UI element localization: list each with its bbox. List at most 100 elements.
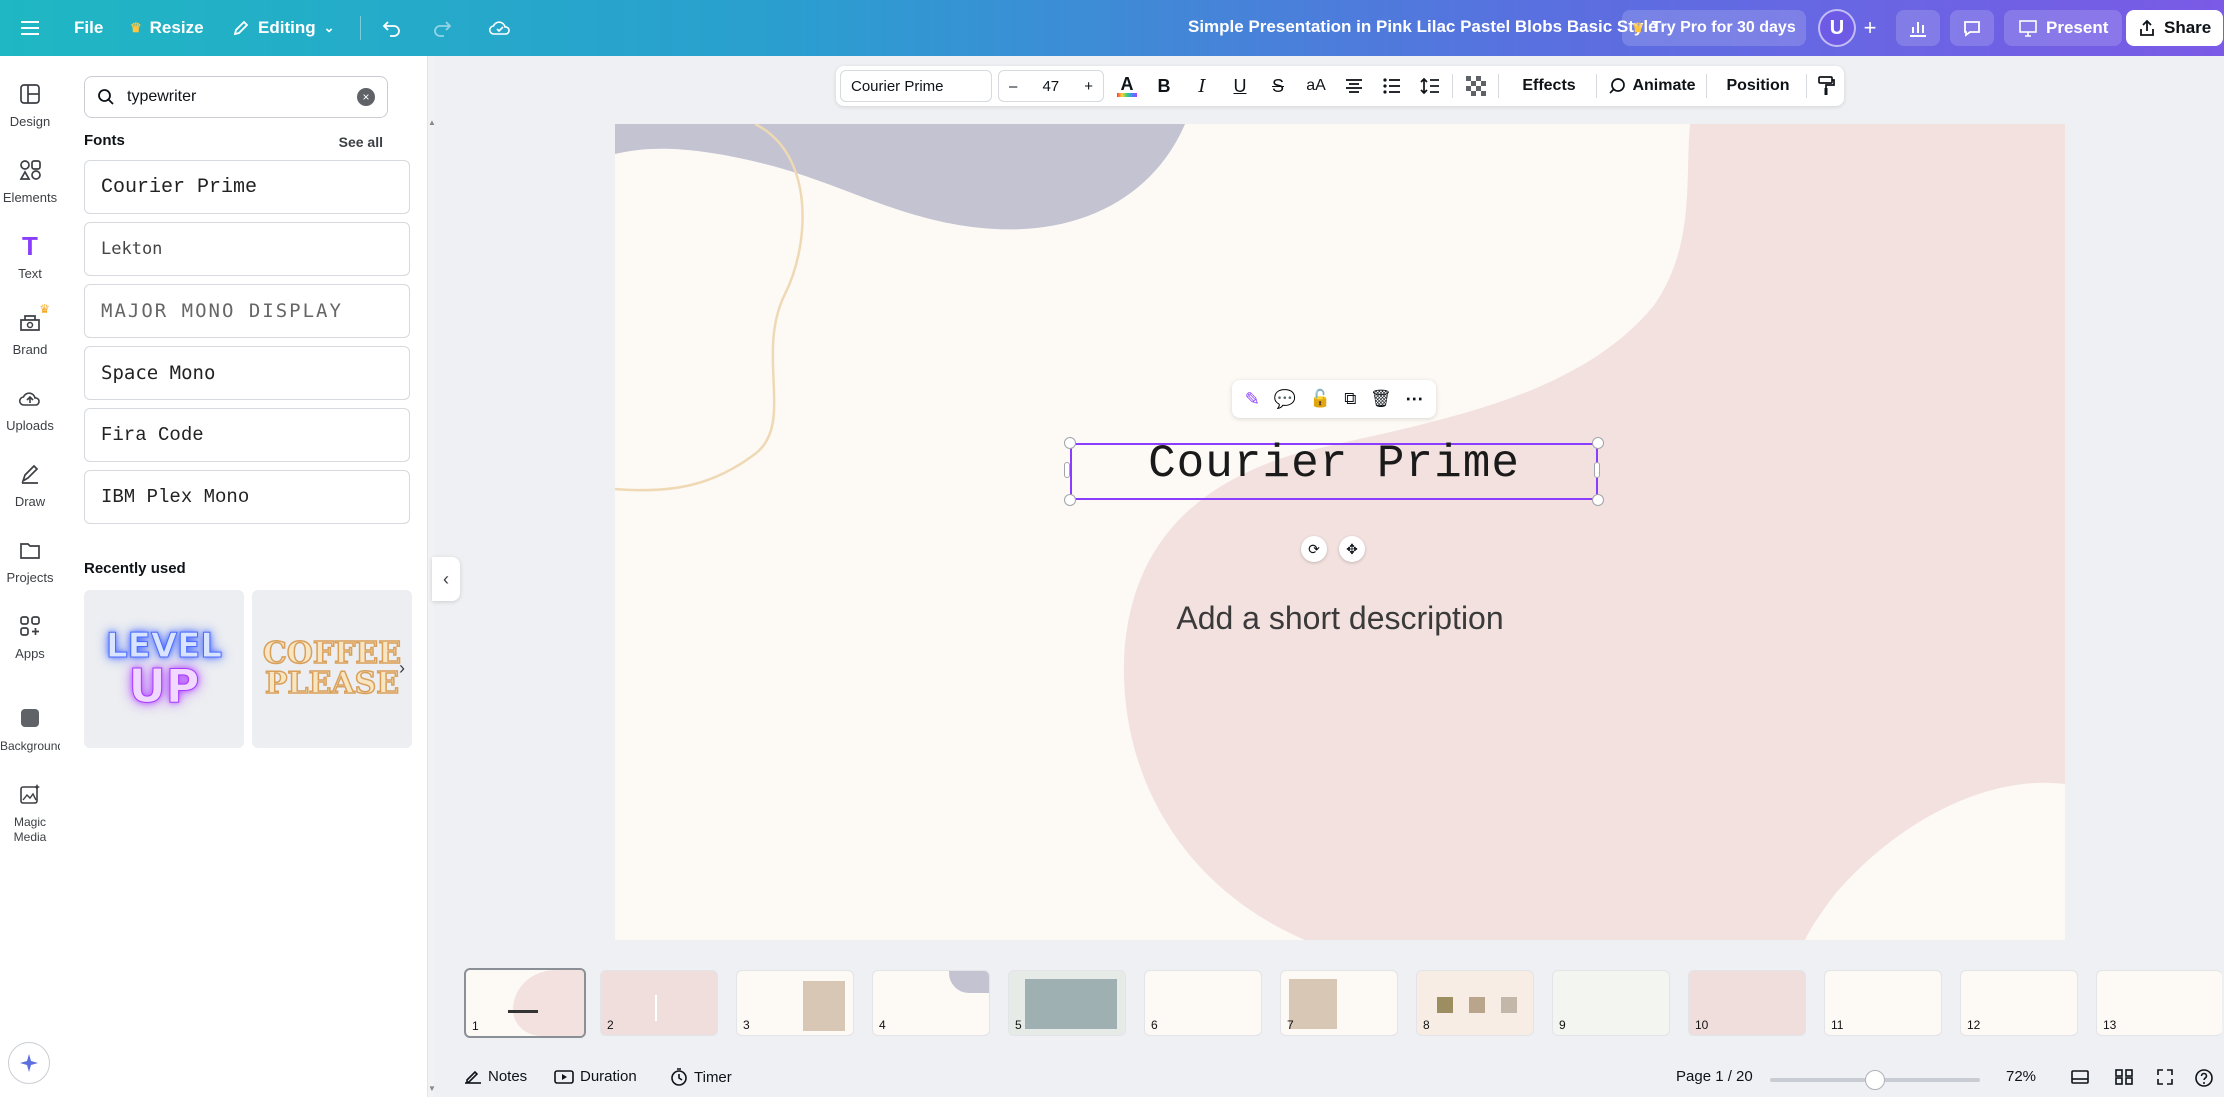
see-all-link[interactable]: See all — [339, 134, 383, 150]
avatar[interactable]: U — [1818, 9, 1856, 47]
search-input[interactable] — [127, 88, 345, 106]
thumbnail-page-9[interactable]: 9 — [1552, 970, 1670, 1036]
try-pro-button[interactable]: ♛ Try Pro for 30 days — [1622, 10, 1806, 46]
present-button[interactable]: Present — [2004, 10, 2122, 46]
resize-handle-bottom-right[interactable] — [1592, 494, 1604, 506]
rail-item-text[interactable]: T Text — [0, 232, 60, 281]
recent-text-style-level-up[interactable]: LEVEL UP — [84, 590, 244, 748]
underline-button[interactable]: U — [1224, 70, 1256, 102]
hamburger-icon — [20, 20, 40, 36]
timer-button[interactable]: Timer — [670, 1068, 732, 1086]
insights-button[interactable] — [1896, 10, 1940, 46]
thumbnail-page-7[interactable]: 7 — [1280, 970, 1398, 1036]
rail-item-draw[interactable]: Draw — [0, 460, 60, 509]
scroll-down-icon[interactable]: ▼ — [428, 1084, 436, 1093]
rail-item-apps[interactable]: Apps — [0, 612, 60, 661]
notes-button[interactable]: Notes — [464, 1068, 527, 1085]
rail-item-projects[interactable]: Projects — [0, 536, 60, 585]
lock-icon[interactable]: 🔓 — [1310, 389, 1331, 409]
font-size-value[interactable]: 47 — [1042, 78, 1059, 95]
slide-canvas[interactable] — [615, 124, 2065, 940]
trash-icon[interactable]: 🗑 — [1370, 389, 1392, 409]
editing-dropdown[interactable]: Editing ⌄ — [222, 10, 345, 46]
undo-button[interactable] — [370, 10, 414, 46]
thumbnail-page-4[interactable]: 4 — [872, 970, 990, 1036]
rail-item-elements[interactable]: Elements — [0, 156, 60, 205]
notes-view-button[interactable] — [2070, 1068, 2090, 1086]
thumbnail-page-2[interactable]: 2 — [600, 970, 718, 1036]
strikethrough-button[interactable]: S — [1262, 70, 1294, 102]
font-search-field[interactable]: × — [84, 76, 388, 118]
rail-item-uploads[interactable]: Uploads — [0, 384, 60, 433]
resize-button[interactable]: ♛ Resize — [120, 10, 214, 46]
document-title[interactable]: Simple Presentation in Pink Lilac Pastel… — [1188, 17, 1658, 37]
menu-button[interactable] — [8, 10, 52, 46]
magic-assistant-button[interactable] — [8, 1042, 50, 1084]
font-option-lekton[interactable]: Lekton — [84, 222, 410, 276]
thumbnail-page-5[interactable]: 5 — [1008, 970, 1126, 1036]
scroll-up-icon[interactable]: ▲ — [428, 118, 436, 127]
fullscreen-button[interactable] — [2156, 1068, 2174, 1086]
thumbnail-page-12[interactable]: 12 — [1960, 970, 2078, 1036]
design-icon — [19, 83, 41, 105]
page-indicator[interactable]: Page 1 / 20 — [1676, 1068, 1753, 1085]
redo-button[interactable] — [420, 10, 464, 46]
thumbnail-page-6[interactable]: 6 — [1144, 970, 1262, 1036]
font-option-fira-code[interactable]: Fira Code — [84, 408, 410, 462]
slide-title-text[interactable]: Courier Prime — [1070, 438, 1598, 490]
rail-item-magic-media[interactable]: Magic Media — [0, 780, 60, 844]
move-handle[interactable]: ✥ — [1339, 536, 1365, 562]
resize-handle-bottom-left[interactable] — [1064, 494, 1076, 506]
font-size-stepper[interactable]: – 47 + — [998, 70, 1104, 102]
zoom-level[interactable]: 72% — [2006, 1068, 2036, 1085]
letter-case-button[interactable]: aA — [1300, 70, 1332, 102]
collapse-panel-button[interactable]: ‹ — [432, 557, 460, 601]
spacing-button[interactable] — [1414, 70, 1446, 102]
font-option-courier-prime[interactable]: Courier Prime — [84, 160, 410, 214]
thumbnail-page-3[interactable]: 3 — [736, 970, 854, 1036]
effects-button[interactable]: Effects — [1508, 70, 1590, 102]
position-button[interactable]: Position — [1714, 70, 1802, 102]
slide-description-text[interactable]: Add a short description — [1070, 600, 1610, 637]
file-menu[interactable]: File — [64, 10, 113, 46]
duplicate-icon[interactable]: ⧉ — [1344, 389, 1356, 409]
help-button[interactable] — [2194, 1068, 2214, 1088]
thumbnail-page-1[interactable]: 1 — [464, 968, 586, 1038]
cloud-save-button[interactable] — [478, 10, 522, 46]
thumbnail-page-13[interactable]: 13 — [2096, 970, 2222, 1036]
animate-button[interactable]: Animate — [1604, 70, 1700, 102]
font-option-ibm-plex-mono[interactable]: IBM Plex Mono — [84, 470, 410, 524]
duration-button[interactable]: Duration — [554, 1068, 637, 1085]
italic-button[interactable]: I — [1186, 70, 1218, 102]
recent-text-style-coffee-please[interactable]: COFFEE PLEASE — [252, 590, 412, 748]
comments-button[interactable] — [1950, 10, 1994, 46]
add-collaborator-button[interactable]: + — [1852, 10, 1888, 46]
increase-size-button[interactable]: + — [1084, 78, 1093, 95]
rail-item-brand[interactable]: ♛ Brand — [0, 308, 60, 357]
transparency-button[interactable] — [1460, 70, 1492, 102]
zoom-slider-thumb[interactable] — [1865, 1070, 1885, 1090]
list-button[interactable] — [1376, 70, 1408, 102]
clear-search-icon[interactable]: × — [357, 88, 375, 106]
share-button[interactable]: Share — [2126, 10, 2223, 46]
bold-button[interactable]: B — [1148, 70, 1180, 102]
thumbnail-page-8[interactable]: 8 — [1416, 970, 1534, 1036]
lilac-blob — [615, 124, 1185, 229]
font-family-dropdown[interactable]: Courier Prime — [840, 70, 992, 102]
align-button[interactable] — [1338, 70, 1370, 102]
decrease-size-button[interactable]: – — [1009, 78, 1017, 95]
thumbnail-page-11[interactable]: 11 — [1824, 970, 1942, 1036]
magic-edit-icon[interactable]: ✎ — [1245, 389, 1260, 410]
text-color-button[interactable]: A — [1112, 70, 1142, 102]
more-icon[interactable]: ⋯ — [1405, 389, 1423, 410]
grid-view-button[interactable] — [2114, 1068, 2134, 1086]
chevron-right-icon[interactable]: › — [390, 656, 414, 680]
thumbnail-page-10[interactable]: 10 — [1688, 970, 1806, 1036]
rail-item-design[interactable]: Design — [0, 80, 60, 129]
copy-style-button[interactable] — [1812, 70, 1840, 102]
rail-item-background[interactable]: Background — [0, 704, 60, 753]
font-option-space-mono[interactable]: Space Mono — [84, 346, 410, 400]
comment-add-icon[interactable]: 💬 — [1273, 389, 1295, 410]
rotate-handle[interactable]: ⟳ — [1301, 536, 1327, 562]
font-option-major-mono-display[interactable]: MAJOR MONO DISPLAY — [84, 284, 410, 338]
